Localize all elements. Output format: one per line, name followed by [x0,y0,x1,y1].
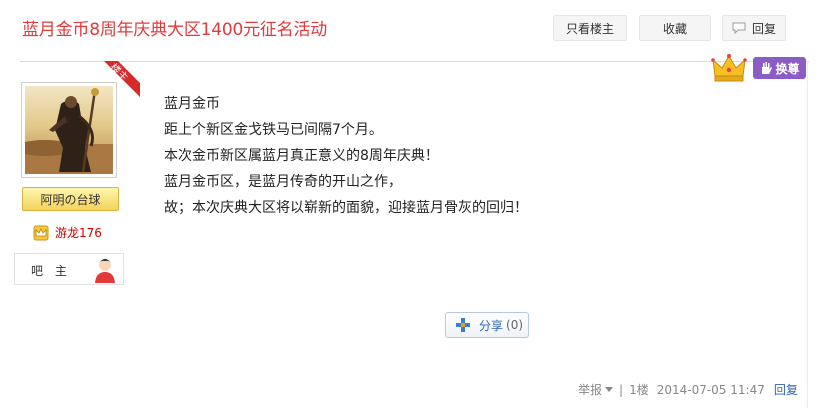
share-plus-icon [456,318,470,332]
only-owner-button[interactable]: 只看楼主 [553,15,627,41]
speech-bubble-icon [732,22,746,34]
floor-number: 1楼 [629,383,649,397]
reply-top-label: 回复 [751,21,776,36]
hand-icon [762,62,773,74]
footer-separator: | [619,382,624,397]
post-line: 蓝月金币区，是蓝月传奇的开山之作， [164,174,402,190]
report-link[interactable]: 举报 [578,381,602,398]
crown-badge-icon[interactable] [709,52,751,84]
thread-title: 蓝月金币8周年庆典大区1400元征名活动 [22,20,328,40]
crown-level-icon [33,225,49,240]
post-body: 蓝月金币 距上个新区金戈铁马已间隔7个月。 本次金币新区属蓝月真正意义的8周年庆… [164,91,528,221]
post-footer: 举报 | 1楼 2014-07-05 11:47 回复 [578,381,798,398]
author-role-box: 吧 主 [14,253,124,285]
exchange-badge-button[interactable]: 换尊 [753,57,806,79]
user-avatar-icon [95,259,115,283]
reply-top-button[interactable]: 回复 [722,15,786,41]
author-name-tag[interactable]: 阿明の台球 [22,187,119,211]
reply-link[interactable]: 回复 [774,381,798,398]
post-line: 蓝月金币 [164,96,220,112]
author-avatar[interactable] [21,82,117,178]
author-level-name[interactable]: 游龙176 [55,224,102,241]
share-button[interactable]: 分享 (0) [445,312,529,338]
author-level: 游龙176 [33,224,102,241]
post-line: 距上个新区金戈铁马已间隔7个月。 [164,122,383,138]
report-dropdown-icon[interactable] [605,387,614,392]
exchange-badge-label: 换尊 [775,61,800,76]
post-line: 本次金币新区属蓝月真正意义的8周年庆典！ [164,148,439,164]
post-datetime: 2014-07-05 11:47 [656,382,765,397]
favorite-button[interactable]: 收藏 [639,15,711,41]
post-right-border [807,61,808,408]
share-count: (0) [506,318,524,332]
share-label: 分享 [479,318,504,333]
author-role-label: 吧 主 [31,264,71,278]
post-line: 故；本次庆典大区将以崭新的面貌，迎接蓝月骨灰的回归！ [164,200,528,216]
